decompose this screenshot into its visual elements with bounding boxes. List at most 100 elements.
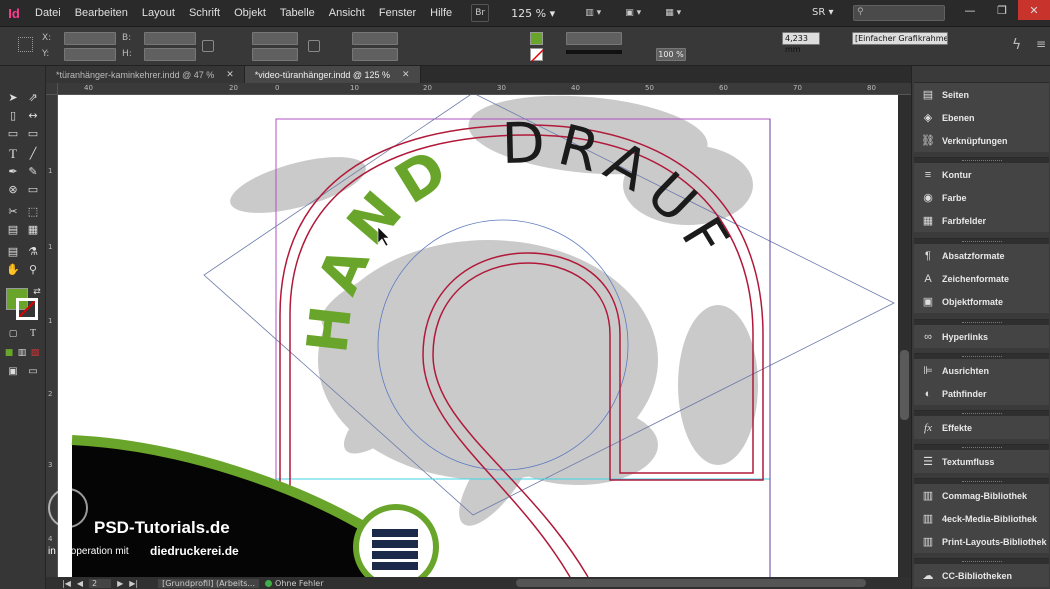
content-placer-icon[interactable]: ▭	[25, 126, 41, 141]
next-page-icon[interactable]: ▶	[117, 579, 123, 588]
apply-none-icon[interactable]: ▨	[27, 345, 43, 360]
reference-point-icon[interactable]	[18, 37, 33, 52]
page-tool-icon[interactable]: ▯	[5, 108, 21, 123]
preflight-status[interactable]: Ohne Fehler	[265, 579, 330, 588]
stroke-color-box[interactable]	[16, 298, 38, 320]
x-field[interactable]	[64, 32, 116, 45]
panel-farbe[interactable]: ◉ Farbe	[914, 186, 1049, 209]
menu-objekt[interactable]: Objekt	[227, 0, 273, 27]
selection-tool-icon[interactable]: ➤	[5, 90, 21, 105]
first-page-icon[interactable]: |◀	[62, 579, 71, 588]
opacity-field[interactable]: 100 %	[656, 48, 686, 61]
scale-x-field[interactable]	[252, 32, 298, 45]
search-input[interactable]: ⚲	[853, 5, 945, 21]
pen-tool-icon[interactable]: ✒	[5, 164, 21, 179]
direct-selection-tool-icon[interactable]: ⇗	[25, 90, 41, 105]
menu-schrift[interactable]: Schrift	[182, 0, 227, 27]
formatting-container-icon[interactable]: ▢	[5, 326, 21, 341]
tab-kaminkehrer[interactable]: *türanhänger-kaminkehrer.indd @ 47 % ✕	[46, 66, 245, 83]
panel-verknuepfungen[interactable]: ⛓ Verknüpfungen	[914, 129, 1049, 152]
arrange-documents-button[interactable]: ▦ ▾	[657, 4, 689, 22]
panel-print-layouts-bibliothek[interactable]: ▥ Print-Layouts-Bibliothek	[914, 530, 1049, 553]
note-tool-icon[interactable]: ▤	[5, 244, 21, 259]
preflight-profile-select[interactable]: [Grundprofil] (Arbeits...	[158, 578, 260, 588]
hand-tool-icon[interactable]: ✋	[5, 262, 21, 277]
stroke-weight-select[interactable]	[566, 32, 622, 45]
gradient-feather-tool-icon[interactable]: ▦	[25, 222, 41, 237]
fill-swatch[interactable]	[530, 32, 543, 45]
menu-fenster[interactable]: Fenster	[372, 0, 423, 27]
line-tool-icon[interactable]: ╱	[25, 146, 41, 161]
constrain-proportions-icon[interactable]	[202, 40, 214, 52]
panel-ebenen[interactable]: ◈ Ebenen	[914, 106, 1049, 129]
previous-page-icon[interactable]: ◀	[77, 579, 83, 588]
stroke-weight-field[interactable]: 4,233 mm	[782, 32, 820, 54]
preview-mode-icon[interactable]: ▭	[25, 364, 41, 379]
maximize-button[interactable]: ❐	[986, 0, 1018, 20]
scissors-tool-icon[interactable]: ✂	[5, 204, 21, 219]
panel-menu-icon[interactable]: ≡	[1036, 37, 1046, 51]
panel-farbfelder[interactable]: ▦ Farbfelder	[914, 209, 1049, 232]
formatting-text-icon[interactable]: T	[25, 326, 41, 341]
stroke-type-select[interactable]	[566, 50, 622, 54]
scrollbar-thumb[interactable]	[900, 350, 909, 420]
scale-y-field[interactable]	[252, 48, 298, 61]
minimize-button[interactable]: —	[954, 0, 986, 20]
type-tool-icon[interactable]: T	[5, 146, 21, 161]
panel-kontur[interactable]: ≡ Kontur	[914, 163, 1049, 186]
content-collector-icon[interactable]: ▭	[5, 126, 21, 141]
close-tab-icon[interactable]: ✕	[402, 69, 410, 80]
screen-mode-button[interactable]: ▣ ▾	[617, 4, 649, 22]
menu-ansicht[interactable]: Ansicht	[322, 0, 372, 27]
pencil-tool-icon[interactable]: ✎	[25, 164, 41, 179]
menu-tabelle[interactable]: Tabelle	[273, 0, 322, 27]
close-button[interactable]: ✕	[1018, 0, 1050, 20]
menu-bearbeiten[interactable]: Bearbeiten	[68, 0, 135, 27]
stroke-swatch[interactable]	[530, 48, 544, 62]
gradient-swatch-tool-icon[interactable]: ▤	[5, 222, 21, 237]
eyedropper-tool-icon[interactable]: ⚗	[25, 244, 41, 259]
panel-ausrichten[interactable]: ⊫ Ausrichten	[914, 359, 1049, 382]
last-page-icon[interactable]: ▶|	[129, 579, 138, 588]
height-field[interactable]	[144, 48, 196, 61]
normal-view-icon[interactable]: ▣	[5, 364, 21, 379]
workspace-switcher[interactable]: SR ▾	[812, 7, 834, 18]
swap-colors-icon[interactable]: ⇄	[29, 284, 45, 299]
horizontal-scrollbar[interactable]	[516, 579, 866, 587]
zoom-tool-icon[interactable]: ⚲	[25, 262, 41, 277]
shear-field[interactable]	[352, 48, 398, 61]
free-transform-tool-icon[interactable]: ⬚	[25, 204, 41, 219]
panel-seiten[interactable]: ▤ Seiten	[914, 83, 1049, 106]
panel-commag-bibliothek[interactable]: ▥ Commag-Bibliothek	[914, 484, 1049, 507]
tab-video-tueranhaenger[interactable]: *video-türanhänger.indd @ 125 % ✕	[244, 66, 421, 83]
constrain-scale-icon[interactable]	[308, 40, 320, 52]
lightning-icon[interactable]: ϟ	[1012, 37, 1021, 53]
panel-hyperlinks[interactable]: ∞ Hyperlinks	[914, 325, 1049, 348]
ellipse-frame-tool-icon[interactable]: ⊗	[5, 182, 21, 197]
panel-absatzformate[interactable]: ¶ Absatzformate	[914, 244, 1049, 267]
close-tab-icon[interactable]: ✕	[226, 69, 234, 80]
menu-layout[interactable]: Layout	[135, 0, 182, 27]
panel-objektformate[interactable]: ▣ Objektformate	[914, 290, 1049, 313]
ruler-origin[interactable]	[46, 83, 58, 94]
zoom-level-select[interactable]: 125 % ▾	[511, 7, 555, 20]
panel-pathfinder[interactable]: ◐ Pathfinder	[914, 382, 1049, 405]
menu-hilfe[interactable]: Hilfe	[423, 0, 459, 27]
y-field[interactable]	[64, 48, 116, 61]
width-field[interactable]	[144, 32, 196, 45]
view-options-button[interactable]: ▥ ▾	[577, 4, 609, 22]
bridge-button[interactable]: Br	[471, 4, 490, 22]
gap-tool-icon[interactable]: ↔	[25, 108, 41, 123]
panel-effekte[interactable]: fx Effekte	[914, 416, 1049, 439]
page-number-field[interactable]: 2	[89, 578, 112, 588]
panel-cc-bibliotheken[interactable]: ☁ CC-Bibliotheken	[914, 564, 1049, 587]
horizontal-ruler[interactable]: 40 20 0 10 20 30 40 50 60 70 80	[46, 83, 911, 95]
object-style-select[interactable]: [Einfacher Grafikrahmen]+	[852, 32, 948, 45]
panel-textumfluss[interactable]: ☰ Textumfluss	[914, 450, 1049, 473]
panel-zeichenformate[interactable]: A Zeichenformate	[914, 267, 1049, 290]
menu-datei[interactable]: Datei	[28, 0, 68, 27]
rectangle-tool-icon[interactable]: ▭	[25, 182, 41, 197]
rotation-field[interactable]	[352, 32, 398, 45]
vertical-scrollbar[interactable]	[898, 95, 911, 577]
panel-4eck-media-bibliothek[interactable]: ▥ 4eck-Media-Bibliothek	[914, 507, 1049, 530]
